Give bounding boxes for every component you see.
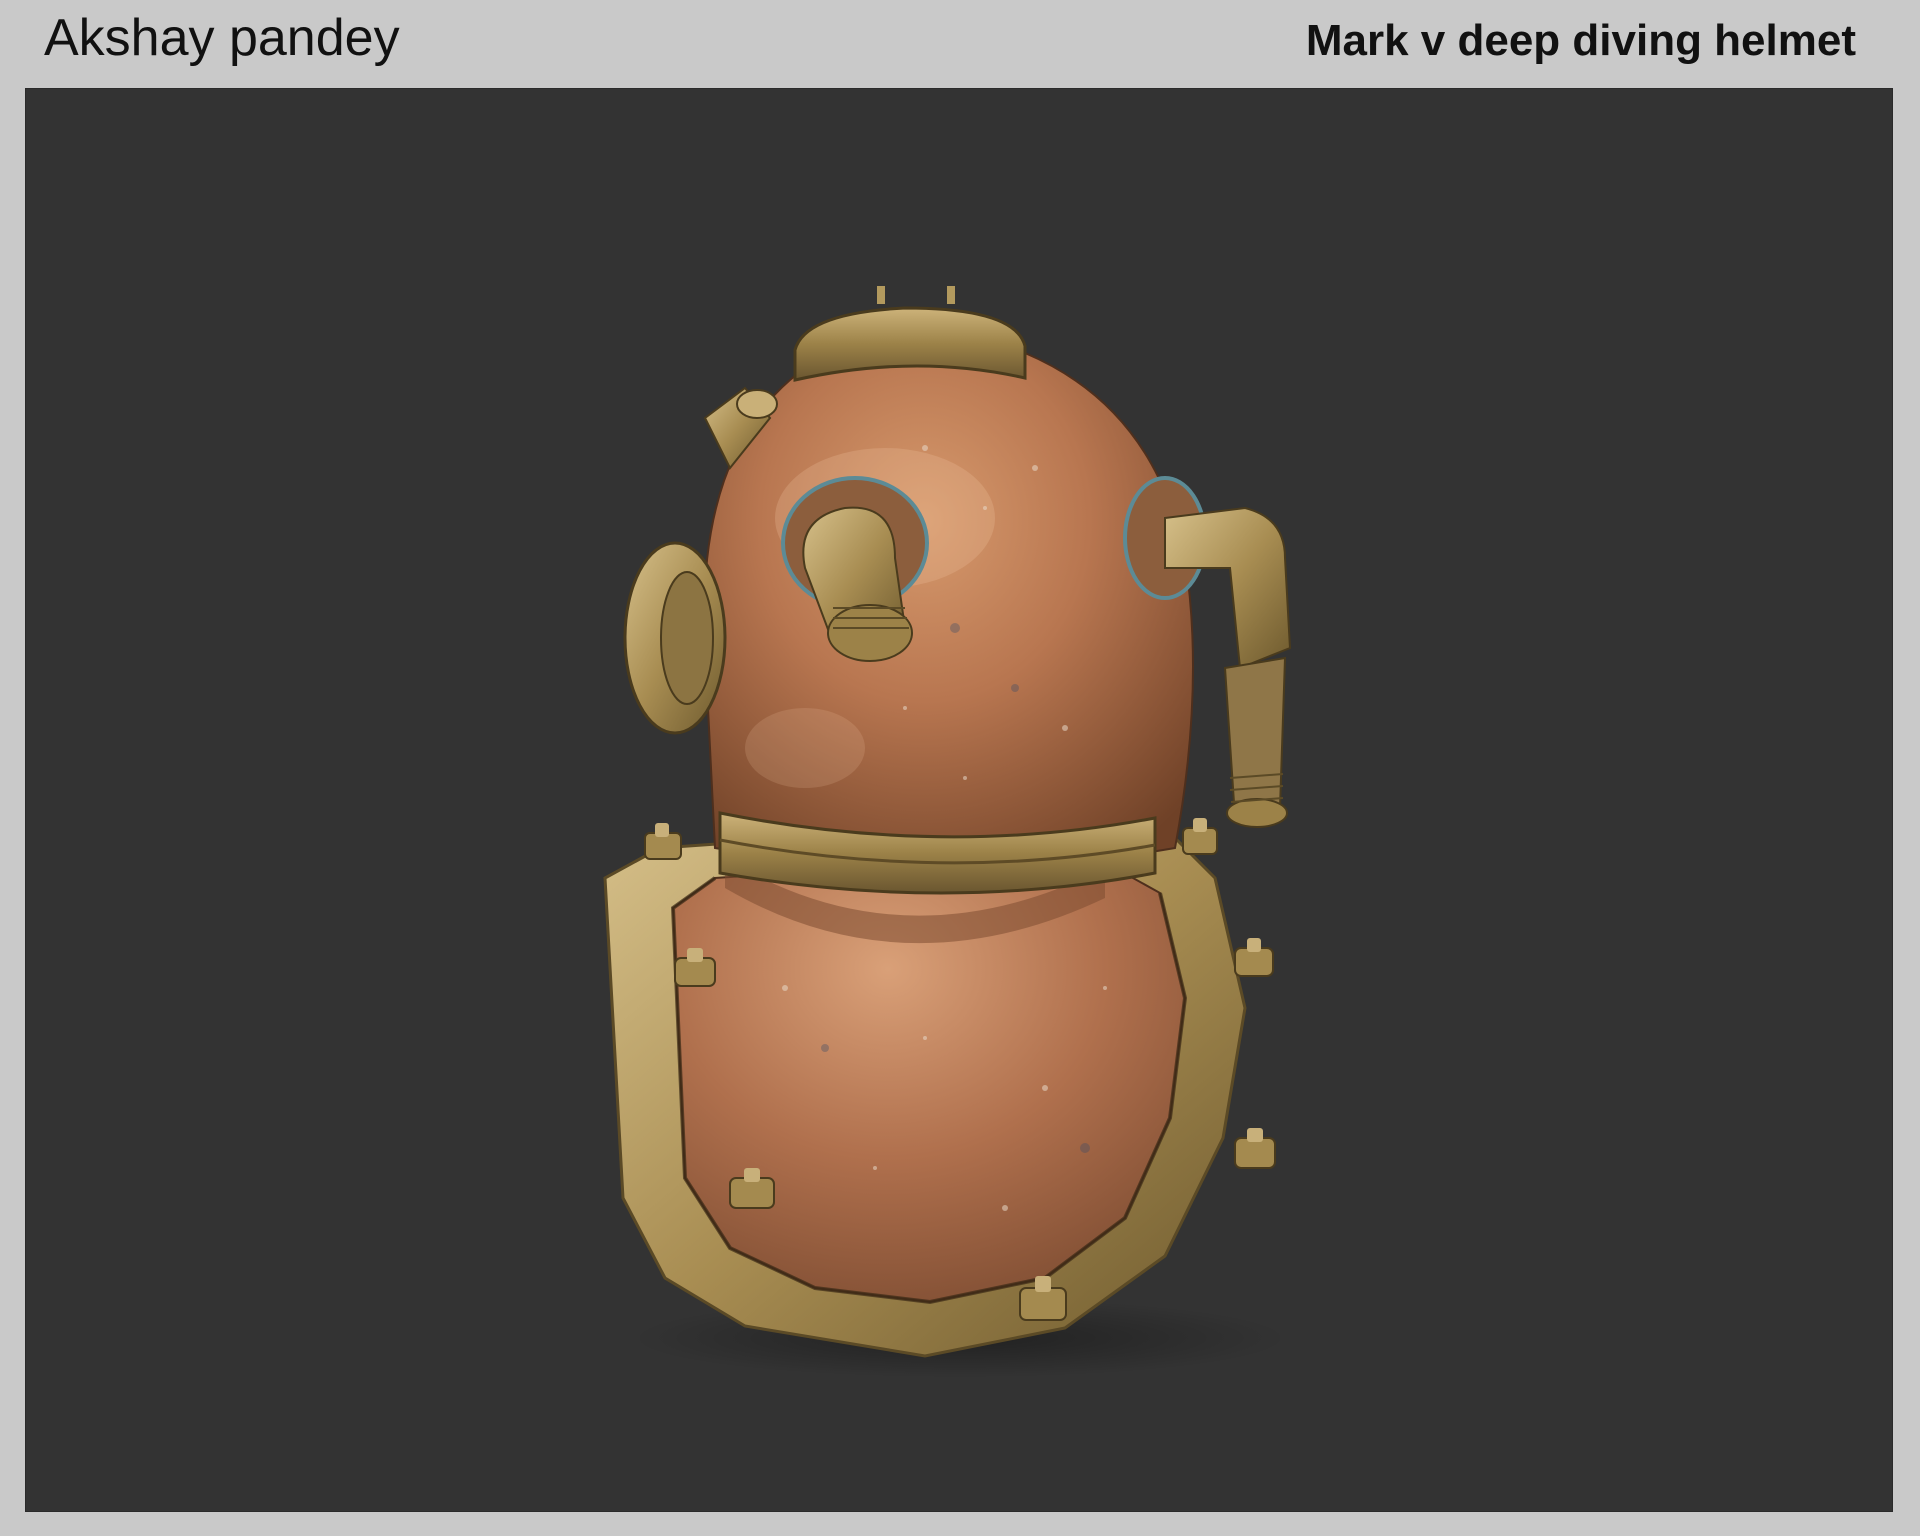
render-viewport xyxy=(25,88,1893,1512)
diving-helmet-icon xyxy=(603,286,1292,1378)
author-name: Akshay pandey xyxy=(44,9,400,67)
render-title: Mark v deep diving helmet xyxy=(1305,16,1856,65)
